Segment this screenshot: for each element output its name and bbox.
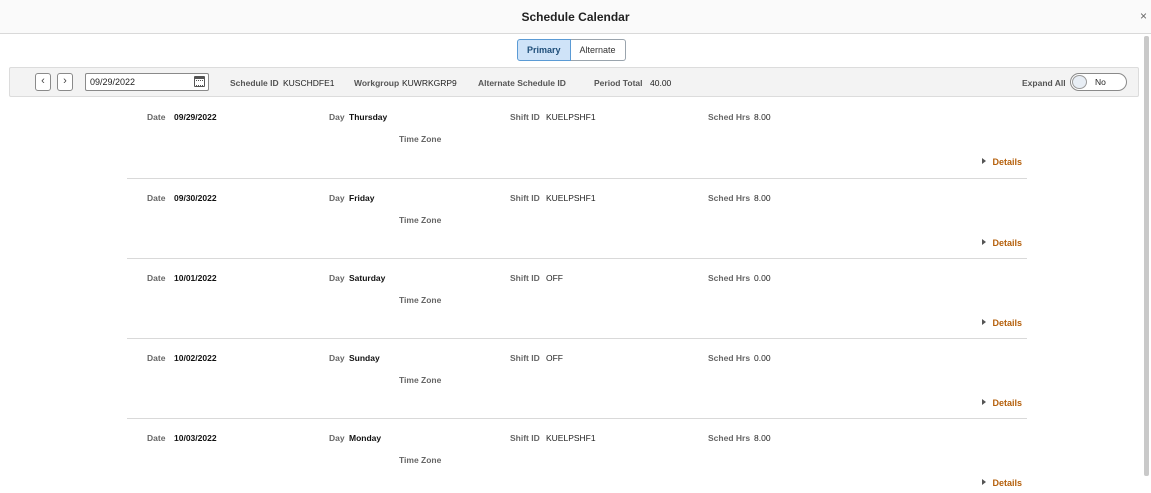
day-value: Sunday — [349, 353, 380, 363]
schedule-row: Date 10/01/2022 Day Saturday Time Zone S… — [127, 258, 1027, 338]
shift-id-value: KUELPSHF1 — [546, 112, 596, 122]
primary-button[interactable]: Primary — [517, 39, 571, 61]
sched-hrs-value: 0.00 — [754, 353, 771, 363]
shift-id-label: Shift ID — [510, 112, 540, 122]
schedule-row: Date 09/30/2022 Day Friday Time Zone Shi… — [127, 178, 1027, 258]
details-link[interactable]: Details — [982, 318, 1022, 328]
time-zone-label: Time Zone — [399, 134, 442, 144]
toggle-knob — [1072, 75, 1087, 89]
schedule-toolbar: ‹ › 09/29/2022 Schedule ID KUSCHDFE1 Wor… — [9, 67, 1139, 97]
shift-id-value: KUELPSHF1 — [546, 193, 596, 203]
date-label: Date — [147, 273, 166, 283]
shift-id-value: KUELPSHF1 — [546, 433, 596, 443]
date-value: 10/03/2022 — [174, 433, 217, 443]
sched-hrs-label: Sched Hrs — [708, 112, 751, 122]
day-value: Saturday — [349, 273, 386, 283]
period-total-value: 40.00 — [650, 78, 672, 88]
details-label: Details — [992, 157, 1022, 167]
sched-hrs-label: Sched Hrs — [708, 273, 751, 283]
sched-hrs-value: 8.00 — [754, 433, 771, 443]
day-label: Day — [329, 112, 345, 122]
date-label: Date — [147, 112, 166, 122]
day-label: Day — [329, 353, 345, 363]
sched-hrs-value: 8.00 — [754, 193, 771, 203]
caret-right-icon — [982, 399, 987, 405]
day-label: Day — [329, 193, 345, 203]
time-zone-label: Time Zone — [399, 295, 442, 305]
caret-right-icon — [982, 158, 987, 164]
calendar-icon[interactable] — [194, 76, 205, 87]
sched-hrs-label: Sched Hrs — [708, 193, 751, 203]
time-zone-label: Time Zone — [399, 215, 442, 225]
schedule-id-value: KUSCHDFE1 — [283, 78, 335, 88]
schedule-row: Date 10/02/2022 Day Sunday Time Zone Shi… — [127, 338, 1027, 418]
sched-hrs-label: Sched Hrs — [708, 433, 751, 443]
period-total-label: Period Total — [594, 78, 643, 88]
details-label: Details — [992, 318, 1022, 328]
date-value: 09/29/2022 — [174, 112, 217, 122]
caret-right-icon — [982, 479, 987, 485]
caret-right-icon — [982, 319, 987, 325]
shift-id-value: OFF — [546, 273, 563, 283]
sched-hrs-label: Sched Hrs — [708, 353, 751, 363]
details-label: Details — [992, 238, 1022, 248]
dialog-title: Schedule Calendar — [521, 10, 630, 24]
details-label: Details — [992, 398, 1022, 408]
day-label: Day — [329, 433, 345, 443]
details-link[interactable]: Details — [982, 398, 1022, 408]
sched-hrs-value: 8.00 — [754, 112, 771, 122]
schedule-type-toggle: Primary Alternate — [517, 39, 626, 61]
details-link[interactable]: Details — [982, 478, 1022, 488]
title-bar: Schedule Calendar × — [0, 0, 1151, 34]
schedule-row: Date 10/03/2022 Day Monday Time Zone Shi… — [127, 418, 1027, 493]
day-value: Monday — [349, 433, 382, 443]
chevron-left-icon: ‹ — [41, 75, 45, 87]
date-value: 09/30/2022 — [174, 193, 217, 203]
date-value: 10/02/2022 — [174, 353, 217, 363]
schedule-id-label: Schedule ID — [230, 78, 279, 88]
prev-period-button[interactable]: ‹ — [35, 73, 51, 91]
date-label: Date — [147, 353, 166, 363]
time-zone-label: Time Zone — [399, 455, 442, 465]
date-label: Date — [147, 433, 166, 443]
vertical-scrollbar[interactable] — [1144, 36, 1149, 476]
caret-right-icon — [982, 239, 987, 245]
details-link[interactable]: Details — [982, 157, 1022, 167]
sched-hrs-value: 0.00 — [754, 273, 771, 283]
time-zone-label: Time Zone — [399, 375, 442, 385]
expand-all-toggle[interactable]: No — [1070, 73, 1127, 91]
chevron-right-icon: › — [63, 75, 67, 87]
date-label: Date — [147, 193, 166, 203]
workgroup-label: Workgroup — [354, 78, 400, 88]
shift-id-label: Shift ID — [510, 193, 540, 203]
details-label: Details — [992, 478, 1022, 488]
expand-all-label: Expand All — [1022, 78, 1066, 88]
shift-id-label: Shift ID — [510, 273, 540, 283]
close-icon[interactable]: × — [1140, 10, 1147, 22]
details-link[interactable]: Details — [982, 238, 1022, 248]
date-value: 10/01/2022 — [174, 273, 217, 283]
alternate-button[interactable]: Alternate — [570, 39, 626, 61]
expand-all-value: No — [1095, 77, 1106, 87]
shift-id-label: Shift ID — [510, 433, 540, 443]
alternate-schedule-label: Alternate Schedule ID — [478, 78, 566, 88]
shift-id-label: Shift ID — [510, 353, 540, 363]
day-value: Friday — [349, 193, 375, 203]
date-field[interactable]: 09/29/2022 — [85, 73, 209, 91]
day-value: Thursday — [349, 112, 388, 122]
shift-id-value: OFF — [546, 353, 563, 363]
next-period-button[interactable]: › — [57, 73, 73, 91]
workgroup-value: KUWRKGRP9 — [402, 78, 457, 88]
day-label: Day — [329, 273, 345, 283]
schedule-row: Date 09/29/2022 Day Thursday Time Zone S… — [127, 98, 1027, 178]
